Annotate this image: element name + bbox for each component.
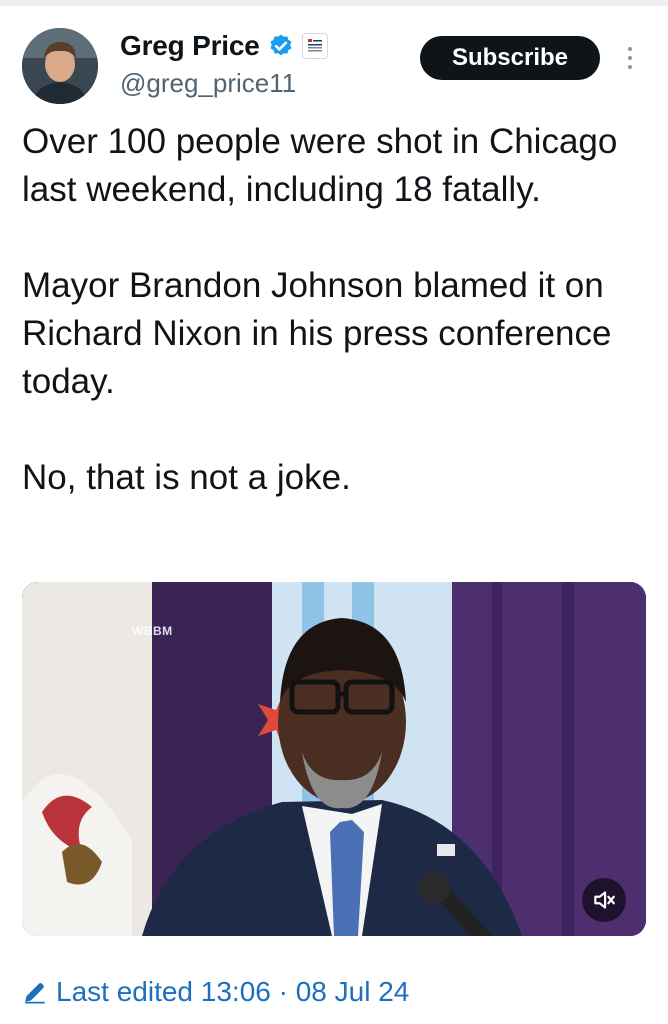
tweet-paragraph: Over 100 people were shot in Chicago las… xyxy=(22,122,618,209)
top-divider xyxy=(0,0,668,6)
subscribe-button[interactable]: Subscribe xyxy=(420,36,600,80)
avatar[interactable] xyxy=(22,28,98,104)
more-vertical-icon[interactable] xyxy=(620,44,640,74)
last-edited-link[interactable]: Last edited 13:06 · 08 Jul 24 xyxy=(22,972,409,1012)
affiliate-badge-icon[interactable] xyxy=(301,33,328,59)
video-frame xyxy=(22,582,646,936)
tweet-video[interactable]: WBBM xyxy=(22,582,646,936)
author-name-row: Greg Price xyxy=(120,28,328,64)
tweet-text: Over 100 people were shot in Chicago las… xyxy=(22,118,642,502)
pencil-icon xyxy=(25,983,45,1004)
tweet-paragraph: Mayor Brandon Johnson blamed it on Richa… xyxy=(22,266,612,401)
tweet-paragraph: No, that is not a joke. xyxy=(22,458,351,497)
verified-badge-icon xyxy=(270,34,292,56)
video-watermark: WBBM xyxy=(132,624,173,638)
author-name[interactable]: Greg Price xyxy=(120,30,260,62)
speaker-muted-icon[interactable] xyxy=(582,878,626,922)
last-edited-text: Last edited 13:06 · 08 Jul 24 xyxy=(56,976,410,1007)
person-avatar-icon xyxy=(22,28,98,104)
author-handle[interactable]: @greg_price11 xyxy=(120,68,296,99)
